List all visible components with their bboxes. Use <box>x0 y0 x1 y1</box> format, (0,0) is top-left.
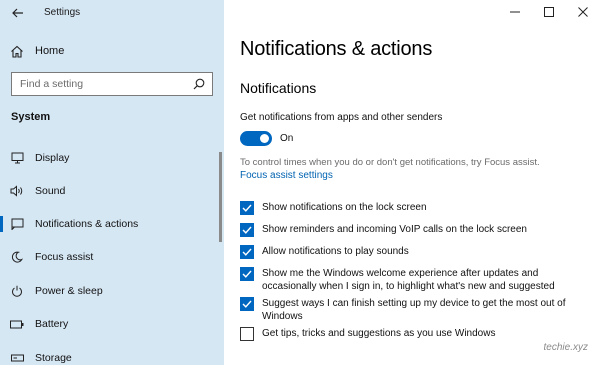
sidebar-item-label: Notifications & actions <box>35 218 139 230</box>
checkmark-icon <box>242 248 252 256</box>
notifications-toggle[interactable] <box>240 131 272 146</box>
back-arrow-icon <box>12 8 23 18</box>
toggle-state-label: On <box>280 133 294 144</box>
checkbox-row: Show notifications on the lock screen <box>240 201 580 215</box>
sound-icon <box>10 184 24 198</box>
home-label: Home <box>35 45 65 57</box>
maximize-button[interactable] <box>532 0 566 24</box>
checkbox-row: Suggest ways I can finish setting up my … <box>240 297 580 323</box>
notifications-icon <box>10 217 24 231</box>
focus-assist-hint: To control times when you do or don't ge… <box>240 157 540 168</box>
checkmark-icon <box>242 270 252 278</box>
checkbox-row: Allow notifications to play sounds <box>240 245 580 259</box>
minimize-icon <box>510 11 520 13</box>
focus-assist-settings-link[interactable]: Focus assist settings <box>240 170 333 181</box>
close-icon <box>578 7 588 17</box>
sidebar-item-label: Power & sleep <box>35 285 103 297</box>
sidebar-item-label: Sound <box>35 185 66 197</box>
page-title: Notifications & actions <box>240 38 433 60</box>
maximize-icon <box>544 7 554 17</box>
checkmark-icon <box>242 204 252 212</box>
sidebar-item-label: Battery <box>35 318 69 330</box>
minimize-button[interactable] <box>498 0 532 24</box>
checkbox-label: Allow notifications to play sounds <box>262 246 409 257</box>
checkbox-label: Show reminders and incoming VoIP calls o… <box>262 224 527 235</box>
storage-icon <box>10 351 24 365</box>
checkbox-lock-screen[interactable] <box>240 201 254 215</box>
sidebar: Settings Home System Display Sound Notif… <box>0 0 224 365</box>
sidebar-item-notifications[interactable]: Notifications & actions <box>0 212 224 236</box>
sidebar-item-sound[interactable]: Sound <box>0 179 224 203</box>
toggle-knob <box>260 134 269 143</box>
app-title: Settings <box>44 7 81 18</box>
search-input[interactable] <box>20 78 192 90</box>
home-icon <box>11 45 23 58</box>
checkbox-label: Suggest ways I can finish setting up my … <box>262 298 566 322</box>
checkbox-play-sounds[interactable] <box>240 245 254 259</box>
sidebar-item-battery[interactable]: Battery <box>0 312 224 336</box>
checkbox-reminders-voip[interactable] <box>240 223 254 237</box>
watermark: techie.xyz <box>543 342 588 353</box>
toggle-description: Get notifications from apps and other se… <box>240 112 443 123</box>
notifications-toggle-row: On <box>240 131 293 146</box>
checkbox-label: Get tips, tricks and suggestions as you … <box>262 328 496 339</box>
sidebar-home[interactable]: Home <box>10 42 64 60</box>
checkmark-icon <box>242 300 252 308</box>
checkbox-label: Show me the Windows welcome experience a… <box>262 268 555 292</box>
search-icon[interactable] <box>192 77 206 91</box>
power-icon <box>10 284 24 298</box>
close-button[interactable] <box>566 0 600 24</box>
sidebar-item-display[interactable]: Display <box>0 146 224 170</box>
sidebar-item-label: Storage <box>35 352 72 364</box>
sidebar-scrollbar[interactable] <box>219 152 222 242</box>
checkbox-row: Get tips, tricks and suggestions as you … <box>240 327 580 341</box>
battery-icon <box>10 317 24 331</box>
sidebar-item-power-sleep[interactable]: Power & sleep <box>0 279 224 303</box>
checkbox-suggest-setup[interactable] <box>240 297 254 311</box>
checkbox-label: Show notifications on the lock screen <box>262 202 427 213</box>
back-button[interactable] <box>10 5 26 21</box>
search-box[interactable] <box>11 72 213 96</box>
checkbox-row: Show reminders and incoming VoIP calls o… <box>240 223 580 237</box>
checkbox-tips-tricks[interactable] <box>240 327 254 341</box>
display-icon <box>10 151 24 165</box>
focus-assist-icon <box>10 250 24 264</box>
sidebar-item-storage[interactable]: Storage <box>0 346 224 365</box>
main-panel: Notifications & actions Notifications Ge… <box>224 0 600 365</box>
sidebar-item-label: Display <box>35 152 70 164</box>
active-indicator <box>0 216 3 232</box>
section-label-system: System <box>11 111 51 123</box>
sidebar-item-label: Focus assist <box>35 251 94 263</box>
titlebar: Settings <box>0 0 224 26</box>
checkmark-icon <box>242 226 252 234</box>
sidebar-item-focus-assist[interactable]: Focus assist <box>0 245 224 269</box>
section-title: Notifications <box>240 80 317 96</box>
checkbox-row: Show me the Windows welcome experience a… <box>240 267 580 293</box>
window-controls <box>498 0 600 26</box>
checkbox-welcome-experience[interactable] <box>240 267 254 281</box>
